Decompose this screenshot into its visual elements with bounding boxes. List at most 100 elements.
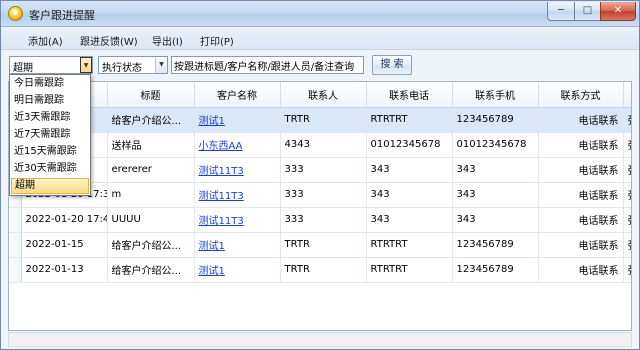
table-row[interactable]: erererer 测试11T3 333 343 343 电话联系 张 bbox=[9, 157, 631, 183]
dropdown-option-today[interactable]: 今日需跟踪 bbox=[11, 76, 89, 92]
row-header[interactable] bbox=[9, 232, 22, 258]
app-logo-icon bbox=[8, 6, 23, 21]
cell-contact: 333 bbox=[280, 207, 367, 233]
cell-phone: 343 bbox=[366, 182, 453, 208]
dropdown-option-overdue[interactable]: 超期 bbox=[11, 178, 89, 194]
horizontal-scrollbar[interactable] bbox=[8, 332, 632, 347]
column-header-contact[interactable]: 联系人 bbox=[280, 82, 367, 108]
menu-bar: 添加(A) 跟进反馈(W) 导出(I) 打印(P) bbox=[1, 28, 639, 50]
status-select[interactable]: 执行状态 ▼ bbox=[98, 56, 168, 74]
dropdown-option-15-days[interactable]: 近15天需跟踪 bbox=[11, 144, 89, 160]
cell-date: 2022-01-15 bbox=[21, 232, 108, 258]
menu-follow-feedback[interactable]: 跟进反馈(W) bbox=[80, 33, 138, 48]
cell-contact: TRTR bbox=[280, 107, 367, 133]
cell-customer: 小东西AA bbox=[194, 132, 281, 158]
table-row[interactable]: 2022-01-20 17:39 m 测试11T3 333 343 343 电话… bbox=[9, 182, 631, 208]
cell-mobile: 123456789 bbox=[452, 257, 539, 283]
cell-mobile: 343 bbox=[452, 182, 539, 208]
cell-contact: 333 bbox=[280, 182, 367, 208]
cell-extra: 张 bbox=[623, 232, 631, 258]
customer-link[interactable]: 测试11T3 bbox=[199, 166, 244, 177]
cell-title: 送样品 bbox=[107, 132, 195, 158]
column-header-extra[interactable]: 跟 bbox=[623, 82, 631, 108]
customer-link[interactable]: 测试11T3 bbox=[199, 191, 244, 202]
cell-customer: 测试11T3 bbox=[194, 182, 281, 208]
cell-customer: 测试1 bbox=[194, 232, 281, 258]
minimize-button[interactable]: ─ bbox=[547, 2, 575, 21]
column-header-title[interactable]: 标题 bbox=[107, 82, 195, 108]
column-header-customer[interactable]: 客户名称 bbox=[194, 82, 281, 108]
row-header[interactable] bbox=[9, 257, 22, 283]
chevron-down-icon[interactable]: ▼ bbox=[155, 57, 167, 73]
cell-extra: 张 bbox=[623, 157, 631, 183]
menu-add[interactable]: 添加(A) bbox=[28, 33, 63, 48]
cell-method: 电话联系 bbox=[538, 157, 624, 183]
cell-contact: TRTR bbox=[280, 257, 367, 283]
menu-print[interactable]: 打印(P) bbox=[200, 33, 234, 48]
chevron-down-icon[interactable]: ▼ bbox=[80, 57, 92, 73]
cell-customer: 测试1 bbox=[194, 257, 281, 283]
cell-title: erererer bbox=[107, 157, 195, 183]
cell-title: UUUU bbox=[107, 207, 195, 233]
cell-extra: 张 bbox=[623, 132, 631, 158]
cell-title: 给客户介绍公... bbox=[107, 232, 195, 258]
column-header-phone[interactable]: 联系电话 bbox=[366, 82, 453, 108]
cell-phone: 343 bbox=[366, 157, 453, 183]
status-select-value: 执行状态 bbox=[102, 63, 142, 74]
reminder-window: 客户跟进提醒 ─ □ ✕ 添加(A) 跟进反馈(W) 导出(I) 打印(P) 超… bbox=[0, 0, 640, 350]
period-dropdown-list: 今日需跟踪 明日需跟踪 近3天需跟踪 近7天需跟踪 近15天需跟踪 近30天需跟… bbox=[9, 74, 91, 196]
cell-method: 电话联系 bbox=[538, 207, 624, 233]
row-header[interactable] bbox=[9, 207, 22, 233]
filter-bar: 超期 ▼ 执行状态 ▼ 搜 索 bbox=[1, 51, 639, 79]
table-row[interactable]: 2022-01-20 17:40 UUUU 测试11T3 333 343 343… bbox=[9, 207, 631, 233]
follow-up-grid: 标题 客户名称 联系人 联系电话 联系手机 联系方式 跟 给客户介绍公... 测… bbox=[8, 81, 632, 331]
table-row[interactable]: 给客户介绍公... 测试1 TRTR RTRTRT 123456789 电话联系… bbox=[9, 107, 631, 133]
cell-date: 2022-01-13 bbox=[21, 257, 108, 283]
customer-link[interactable]: 测试1 bbox=[199, 266, 225, 277]
cell-mobile: 343 bbox=[452, 157, 539, 183]
cell-method: 电话联系 bbox=[538, 107, 624, 133]
dropdown-option-tomorrow[interactable]: 明日需跟踪 bbox=[11, 93, 89, 109]
cell-date: 2022-01-20 17:40 bbox=[21, 207, 108, 233]
customer-link[interactable]: 测试11T3 bbox=[199, 216, 244, 227]
cell-mobile: 01012345678 bbox=[452, 132, 539, 158]
search-input[interactable] bbox=[171, 56, 364, 74]
dropdown-option-30-days[interactable]: 近30天需跟踪 bbox=[11, 161, 89, 177]
cell-mobile: 123456789 bbox=[452, 232, 539, 258]
cell-mobile: 343 bbox=[452, 207, 539, 233]
cell-phone: 01012345678 bbox=[366, 132, 453, 158]
column-header-mobile[interactable]: 联系手机 bbox=[452, 82, 539, 108]
table-row[interactable]: 送样品 小东西AA 4343 01012345678 01012345678 电… bbox=[9, 132, 631, 158]
customer-link[interactable]: 小东西AA bbox=[199, 141, 243, 152]
period-select[interactable]: 超期 ▼ bbox=[9, 56, 93, 74]
cell-method: 电话联系 bbox=[538, 232, 624, 258]
cell-contact: TRTR bbox=[280, 232, 367, 258]
dropdown-option-3-days[interactable]: 近3天需跟踪 bbox=[11, 110, 89, 126]
column-header-method[interactable]: 联系方式 bbox=[538, 82, 624, 108]
title-bar[interactable]: 客户跟进提醒 ─ □ ✕ bbox=[1, 1, 639, 27]
dropdown-option-7-days[interactable]: 近7天需跟踪 bbox=[11, 127, 89, 143]
cell-extra: 张 bbox=[623, 107, 631, 133]
cell-customer: 测试1 bbox=[194, 107, 281, 133]
cell-title: 给客户介绍公... bbox=[107, 107, 195, 133]
cell-contact: 333 bbox=[280, 157, 367, 183]
window-title: 客户跟进提醒 bbox=[29, 9, 95, 22]
cell-method: 电话联系 bbox=[538, 257, 624, 283]
cell-contact: 4343 bbox=[280, 132, 367, 158]
cell-extra: 张 bbox=[623, 182, 631, 208]
close-button[interactable]: ✕ bbox=[600, 2, 636, 21]
search-button[interactable]: 搜 索 bbox=[372, 55, 412, 75]
customer-link[interactable]: 测试1 bbox=[199, 241, 225, 252]
cell-extra: 张 bbox=[623, 257, 631, 283]
cell-method: 电话联系 bbox=[538, 132, 624, 158]
table-row[interactable]: 2022-01-13 给客户介绍公... 测试1 TRTR RTRTRT 123… bbox=[9, 257, 631, 283]
cell-title: m bbox=[107, 182, 195, 208]
cell-extra: 张 bbox=[623, 207, 631, 233]
maximize-button[interactable]: □ bbox=[574, 2, 601, 21]
cell-phone: 343 bbox=[366, 207, 453, 233]
cell-phone: RTRTRT bbox=[366, 257, 453, 283]
customer-link[interactable]: 测试1 bbox=[199, 116, 225, 127]
menu-export[interactable]: 导出(I) bbox=[152, 33, 183, 48]
grid-header-row: 标题 客户名称 联系人 联系电话 联系手机 联系方式 跟 bbox=[9, 82, 631, 108]
table-row[interactable]: 2022-01-15 给客户介绍公... 测试1 TRTR RTRTRT 123… bbox=[9, 232, 631, 258]
